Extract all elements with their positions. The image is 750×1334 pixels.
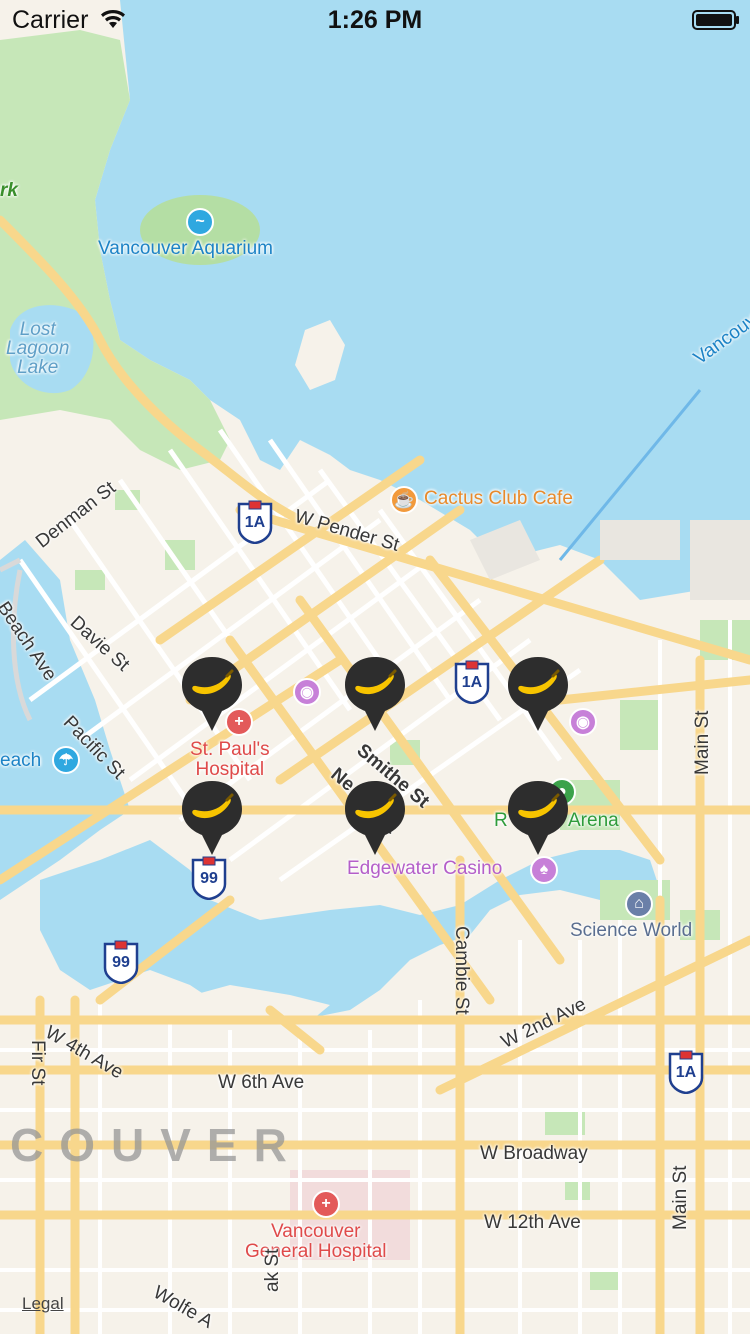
edgewater-casino-label[interactable]: Edgewater Casino	[347, 858, 502, 880]
beach-umbrella-icon[interactable]: ☂	[52, 746, 80, 774]
oak-st-label: ak St	[262, 1248, 283, 1292]
cafe-icon[interactable]: ☕	[390, 486, 418, 514]
status-bar: Carrier 1:26 PM	[0, 0, 750, 40]
w-6th-ave-label: W 6th Ave	[218, 1072, 305, 1093]
theatre-icon-2[interactable]: ◉	[569, 708, 597, 736]
banana-pin-2[interactable]	[343, 655, 407, 735]
shield-number: 1A	[675, 1064, 697, 1081]
aquarium-label[interactable]: Vancouver Aquarium	[98, 238, 273, 260]
st-pauls-hospital-label[interactable]: St. Paul's Hospital	[190, 740, 270, 780]
casino-icon[interactable]: ♠	[530, 856, 558, 884]
legal-link[interactable]: Legal	[22, 1294, 64, 1314]
banana-icon	[508, 657, 568, 731]
fir-st-label: Fir St	[27, 1040, 48, 1086]
highway-99-shield-2: 99	[103, 940, 139, 985]
map-view[interactable]: rk ~ Vancouver Aquarium Lost Lagoon Lake…	[0, 0, 750, 1334]
banana-pin-5[interactable]	[343, 779, 407, 859]
cambie-st-label: Cambie St	[451, 926, 472, 1015]
cactus-club-label[interactable]: Cactus Club Cafe	[424, 488, 573, 510]
science-world-label[interactable]: Science World	[570, 920, 692, 942]
highway-1a-shield-3: 1A	[668, 1050, 704, 1095]
banana-pin-1[interactable]	[180, 655, 244, 735]
arena-label[interactable]: Arena	[568, 810, 619, 832]
shield-number: 1A	[244, 514, 266, 531]
city-label: COUVER	[10, 1119, 303, 1171]
banana-icon	[182, 781, 242, 855]
banana-pin-3[interactable]	[506, 655, 570, 735]
vgh-hospital-icon[interactable]: +	[312, 1190, 340, 1218]
museum-icon[interactable]: ⌂	[625, 890, 653, 918]
main-st-top-label: Main St	[692, 710, 713, 775]
main-st-bottom-label: Main St	[670, 1165, 691, 1230]
banana-icon	[345, 781, 405, 855]
park-label: rk	[0, 180, 18, 201]
highway-1a-shield: 1A	[237, 500, 273, 545]
lost-lagoon-label: Lost Lagoon Lake	[6, 319, 70, 378]
highway-99-shield: 99	[191, 856, 227, 901]
theatre-icon[interactable]: ◉	[293, 678, 321, 706]
banana-icon	[508, 781, 568, 855]
aquarium-icon[interactable]: ~	[186, 208, 214, 236]
status-time: 1:26 PM	[327, 6, 423, 34]
banana-icon	[182, 657, 242, 731]
beach-label: each	[0, 750, 42, 771]
shield-number: 99	[112, 954, 130, 971]
shield-number: 1A	[461, 674, 483, 691]
w-12th-ave-label: W 12th Ave	[484, 1212, 581, 1233]
battery-icon	[692, 10, 739, 30]
banana-pin-4[interactable]	[180, 779, 244, 859]
banana-pin-6[interactable]	[506, 779, 570, 859]
banana-icon	[345, 657, 405, 731]
shield-number: 99	[200, 870, 218, 887]
highway-1a-shield-2: 1A	[454, 660, 490, 705]
w-broadway-label: W Broadway	[480, 1143, 588, 1164]
